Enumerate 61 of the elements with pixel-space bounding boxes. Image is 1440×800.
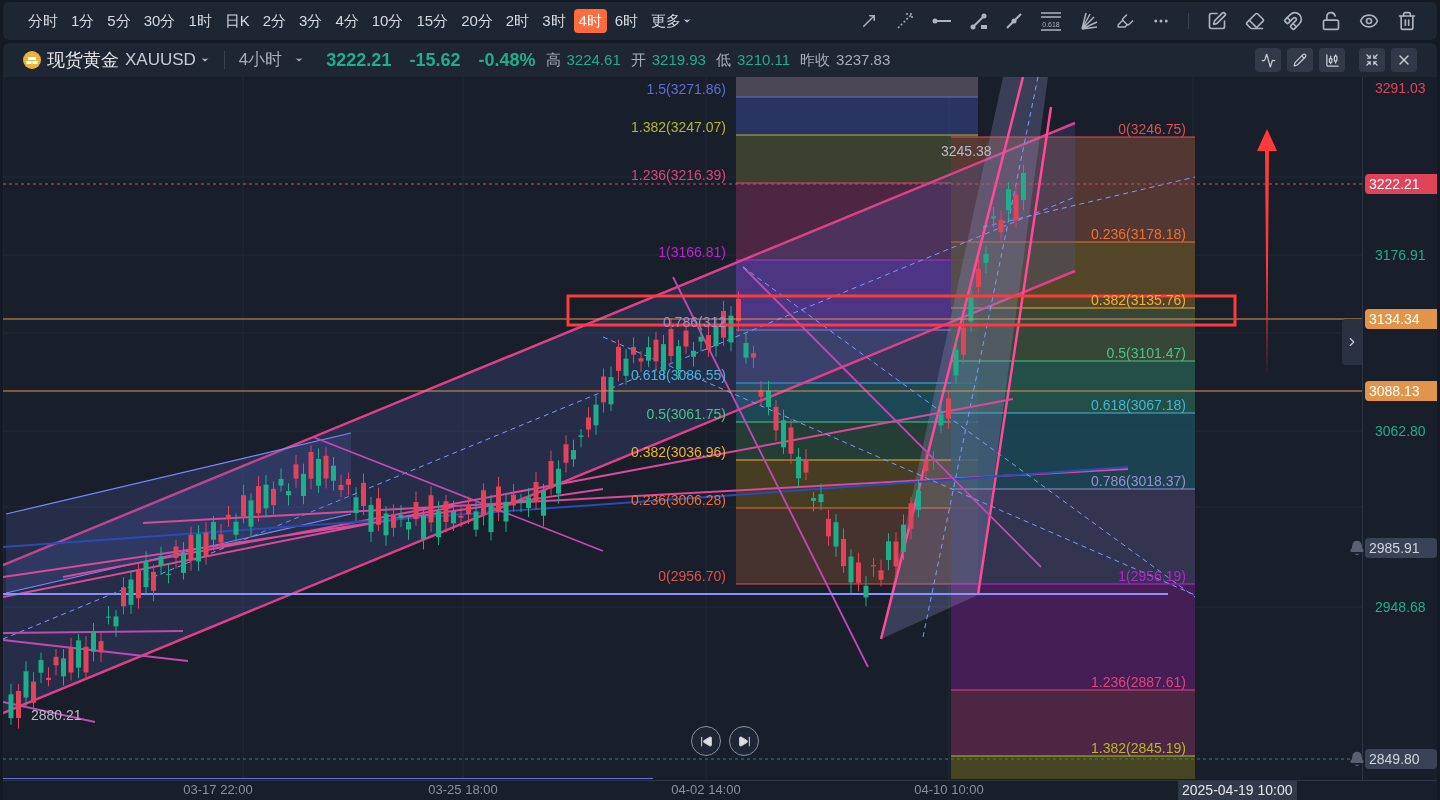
timeframe-tab[interactable]: 30分 <box>138 9 181 33</box>
timeframe-tab[interactable]: 3时 <box>537 9 571 33</box>
alert-price-marker: 2985.91 <box>1365 538 1437 558</box>
price-tick-label: 3291.03 <box>1374 79 1427 98</box>
time-tick-label: 03-25 18:00 <box>428 781 498 799</box>
timeframe-tab[interactable]: 10分 <box>366 9 409 33</box>
price-tick-label: 3176.91 <box>1374 246 1427 265</box>
stat-label: 昨收 <box>800 49 831 70</box>
timeframe-tab[interactable]: 2时 <box>500 9 535 33</box>
stat-value: 3219.93 <box>651 49 706 70</box>
fibonacci-level-label: 0.382(3135.76) <box>1091 292 1186 308</box>
fibonacci-level-label: 0(3246.75) <box>1118 121 1186 137</box>
price-change: -15.62 <box>409 48 461 72</box>
symbol-name: 现货黄金 <box>47 48 119 72</box>
price-change-percent: -0.48% <box>478 48 536 72</box>
stat-label: 开 <box>630 49 646 70</box>
fibonacci-level-label: 0.786(312 <box>662 314 726 330</box>
last-price: 3222.21 <box>326 48 392 72</box>
stat-value: 3224.61 <box>566 49 621 70</box>
stat-value: 3210.11 <box>736 49 791 70</box>
fibonacci-level-label: 0.786(3018.37) <box>1091 473 1186 489</box>
timeframe-tab[interactable]: 2分 <box>257 9 292 33</box>
price-marker: 3134.34 <box>1365 309 1437 329</box>
fibonacci-level-label: 1(2956.19) <box>1118 568 1186 584</box>
fibonacci-level-label: 1.5(3271.86) <box>646 81 726 97</box>
timeframe-tab[interactable]: 1分 <box>66 9 100 33</box>
alert-price-marker: 2849.80 <box>1365 749 1437 769</box>
symbol-selector[interactable]: XAUUSD <box>125 47 210 73</box>
price-marker: 3222.21 <box>1365 174 1437 194</box>
fibonacci-level-label: 0(2956.70) <box>658 568 726 584</box>
time-tick-label: 03-17 22:00 <box>183 781 253 799</box>
high-price-note: 3245.38 <box>941 142 992 161</box>
cursor-time-label: 2025-04-19 10:00 <box>1178 781 1297 800</box>
interval-selector[interactable]: 4小时 <box>238 47 305 73</box>
fibonacci-level-label: 1.236(2887.61) <box>1091 674 1186 690</box>
fibonacci-level-label: 1.382(2845.19) <box>1091 740 1186 756</box>
timeframe-tab[interactable]: 3分 <box>294 9 328 33</box>
timeframe-tab[interactable]: 分时 <box>23 9 63 33</box>
fibonacci-level-label: 1.382(3247.07) <box>631 119 726 135</box>
time-tick-label: 04-02 14:00 <box>671 781 741 799</box>
timeframe-tab[interactable]: 4分 <box>330 9 364 33</box>
fibonacci-level-label: 0.618(3067.18) <box>1091 397 1186 413</box>
fibonacci-level-label: 1(3166.81) <box>658 244 726 260</box>
fibonacci-level-label: 0.236(3178.18) <box>1091 226 1186 242</box>
timeframe-tab[interactable]: 20分 <box>456 9 498 33</box>
timeframe-tab[interactable]: 15分 <box>411 9 454 33</box>
price-tick-label: 2948.68 <box>1374 598 1427 617</box>
time-tick-label: 04-10 10:00 <box>914 781 984 799</box>
price-tick-label: 3062.80 <box>1374 422 1427 441</box>
fibonacci-level-label: 0.5(3101.47) <box>1106 345 1186 361</box>
timeframe-tab[interactable]: 5分 <box>102 9 136 33</box>
stat-label: 高 <box>545 49 561 70</box>
price-marker: 3088.13 <box>1365 381 1437 401</box>
timeframe-tab[interactable]: 日K <box>219 9 255 33</box>
timeframe-tab[interactable]: 1时 <box>183 9 217 33</box>
timeframe-tab[interactable]: 6时 <box>609 9 644 33</box>
more-dropdown[interactable]: 更多 <box>646 9 698 33</box>
fibonacci-level-label: 1.236(3216.39) <box>631 167 726 183</box>
stat-value: 3237.83 <box>836 49 891 70</box>
stat-label: 低 <box>715 49 731 70</box>
fibonacci-level-label: 0.5(3061.75) <box>646 406 726 422</box>
